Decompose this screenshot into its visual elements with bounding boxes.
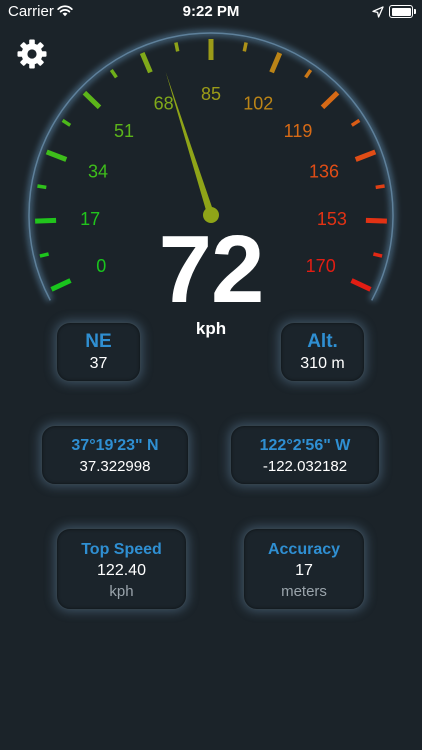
gauge-tick-label: 51: [114, 121, 134, 141]
gauge-major-tick: [139, 52, 153, 74]
gauge-minor-tick: [61, 118, 72, 127]
longitude-dms: 122°2'56" W: [259, 437, 351, 454]
accuracy-value: 17: [295, 562, 313, 579]
longitude-tile: 122°2'56" W -122.032182: [230, 425, 380, 485]
gauge-major-tick: [35, 217, 57, 224]
gauge-minor-tick: [304, 69, 313, 79]
gauge-minor-tick: [350, 118, 361, 127]
top-speed-tile: Top Speed 122.40 kph: [56, 528, 187, 610]
top-speed-unit: kph: [109, 583, 134, 600]
altitude-label: Alt.: [307, 331, 338, 352]
gauge-minor-tick: [109, 69, 118, 79]
accuracy-label: Accuracy: [267, 541, 341, 558]
gauge-minor-tick: [37, 184, 47, 190]
gauge-tick-label: 102: [243, 94, 273, 114]
gauge-minor-tick: [174, 42, 180, 52]
gauge-major-tick: [320, 90, 340, 110]
accuracy-tile: Accuracy 17 meters: [243, 528, 365, 610]
altitude-tile: Alt. 310 m: [280, 322, 365, 382]
gauge-tick-label: 119: [284, 121, 313, 141]
accuracy-unit: meters: [281, 583, 327, 600]
gauge-tick-label: 68: [154, 94, 174, 114]
top-speed-label: Top Speed: [81, 541, 162, 558]
gauge-tick-label: 85: [201, 84, 221, 104]
gauge-major-tick: [365, 217, 387, 224]
heading-tile: NE 37: [56, 322, 141, 382]
gauge-tick-label: 34: [88, 162, 108, 182]
latitude-tile: 37°19'23" N 37.322998: [41, 425, 189, 485]
latitude-decimal: 37.322998: [79, 458, 151, 475]
gauge-major-tick: [82, 90, 102, 110]
gauge-major-tick: [45, 149, 68, 162]
heading-degrees: 37: [89, 355, 108, 372]
gauge-major-tick: [269, 52, 283, 74]
gauge-minor-tick: [242, 42, 248, 52]
altitude-value: 310 m: [300, 355, 345, 372]
gauge-tick-label: 136: [309, 162, 339, 182]
top-speed-value: 122.40: [97, 562, 146, 579]
gauge-major-tick: [354, 149, 377, 162]
latitude-dms: 37°19'23" N: [71, 437, 159, 454]
longitude-decimal: -122.032182: [262, 458, 348, 475]
heading-direction: NE: [85, 331, 112, 352]
gauge-minor-tick: [375, 184, 385, 190]
current-speed: 72: [158, 216, 265, 323]
